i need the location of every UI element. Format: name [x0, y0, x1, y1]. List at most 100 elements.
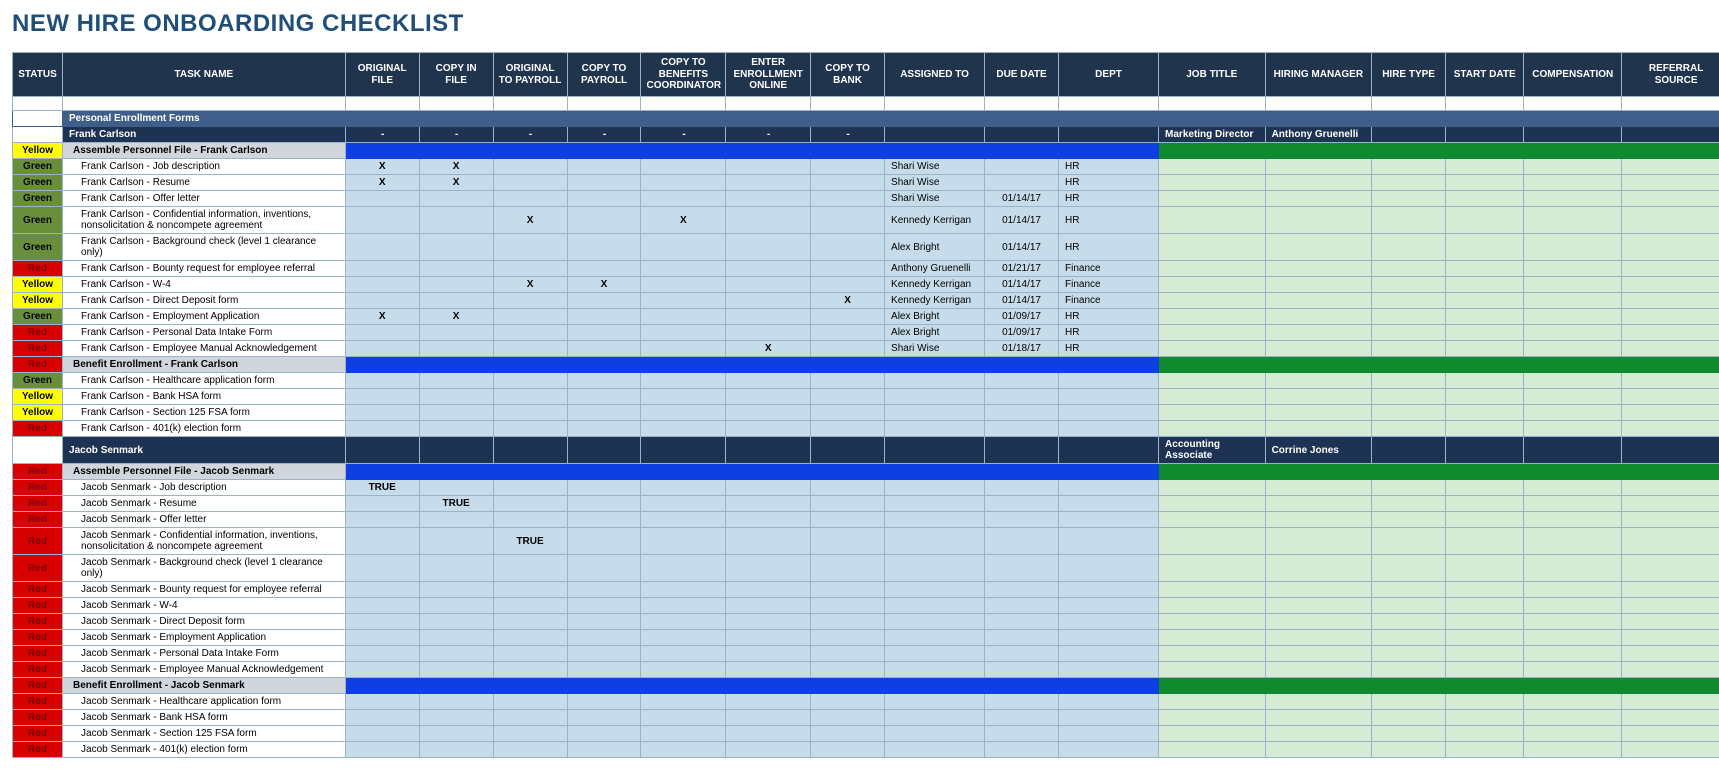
due-date-cell[interactable]: [985, 710, 1059, 726]
copy-to-benefits-cell[interactable]: [641, 742, 726, 758]
copy-to-bank-cell[interactable]: [811, 496, 885, 512]
right-cell[interactable]: [1622, 309, 1719, 325]
right-cell[interactable]: [1372, 726, 1446, 742]
copy-to-benefits-cell[interactable]: [641, 598, 726, 614]
right-cell[interactable]: [1446, 405, 1524, 421]
copy-to-payroll-cell[interactable]: [567, 582, 641, 598]
right-cell[interactable]: [1524, 646, 1622, 662]
copy-to-benefits-cell[interactable]: [641, 726, 726, 742]
column-header[interactable]: STATUS: [13, 53, 63, 97]
task-name[interactable]: Frank Carlson - Confidential information…: [63, 207, 346, 234]
copy-to-payroll-cell[interactable]: [567, 207, 641, 234]
original-to-payroll-cell[interactable]: [493, 234, 567, 261]
due-date-cell[interactable]: [985, 528, 1059, 555]
right-cell[interactable]: [1265, 694, 1372, 710]
right-cell[interactable]: [1524, 555, 1622, 582]
group-task[interactable]: Assemble Personnel File - Frank Carlson: [63, 143, 346, 159]
dept-cell[interactable]: [1059, 555, 1159, 582]
task-name[interactable]: Frank Carlson - Resume: [63, 175, 346, 191]
original-file-cell[interactable]: [345, 277, 419, 293]
right-cell[interactable]: [1372, 742, 1446, 758]
right-cell[interactable]: [1372, 662, 1446, 678]
right-cell[interactable]: [1265, 191, 1372, 207]
right-cell[interactable]: [1265, 726, 1372, 742]
assigned-to-cell[interactable]: Shari Wise: [885, 341, 985, 357]
right-cell[interactable]: [1265, 277, 1372, 293]
copy-to-bank-cell[interactable]: [811, 555, 885, 582]
original-file-cell[interactable]: [345, 710, 419, 726]
column-header[interactable]: COPY TO BANK: [811, 53, 885, 97]
original-to-payroll-cell[interactable]: [493, 341, 567, 357]
right-cell[interactable]: [1524, 480, 1622, 496]
due-date-cell[interactable]: 01/21/17: [985, 261, 1059, 277]
right-cell[interactable]: [1159, 710, 1266, 726]
assigned-to-cell[interactable]: Anthony Gruenelli: [885, 261, 985, 277]
assigned-to-cell[interactable]: [885, 742, 985, 758]
enter-enrollment-cell[interactable]: [726, 159, 811, 175]
right-cell[interactable]: [1622, 421, 1719, 437]
right-cell[interactable]: [1622, 630, 1719, 646]
assigned-to-cell[interactable]: Kennedy Kerrigan: [885, 277, 985, 293]
copy-to-bank-cell[interactable]: [811, 405, 885, 421]
original-to-payroll-cell[interactable]: [493, 710, 567, 726]
right-cell[interactable]: [1265, 646, 1372, 662]
original-file-cell[interactable]: [345, 630, 419, 646]
copy-to-payroll-cell[interactable]: [567, 159, 641, 175]
right-cell[interactable]: [1622, 293, 1719, 309]
copy-to-benefits-cell[interactable]: [641, 614, 726, 630]
copy-to-bank-cell[interactable]: [811, 325, 885, 341]
copy-in-file-cell[interactable]: [419, 726, 493, 742]
right-cell[interactable]: [1265, 421, 1372, 437]
enter-enrollment-cell[interactable]: [726, 277, 811, 293]
right-cell[interactable]: [1159, 159, 1266, 175]
task-name[interactable]: Jacob Senmark - Background check (level …: [63, 555, 346, 582]
right-cell[interactable]: [1372, 261, 1446, 277]
right-cell[interactable]: [1446, 159, 1524, 175]
right-cell[interactable]: [1524, 309, 1622, 325]
copy-to-payroll-cell[interactable]: [567, 512, 641, 528]
task-name[interactable]: Jacob Senmark - Offer letter: [63, 512, 346, 528]
right-cell[interactable]: [1265, 373, 1372, 389]
due-date-cell[interactable]: [985, 373, 1059, 389]
enter-enrollment-cell[interactable]: [726, 694, 811, 710]
right-cell[interactable]: [1265, 630, 1372, 646]
right-cell[interactable]: [1524, 234, 1622, 261]
enter-enrollment-cell[interactable]: [726, 662, 811, 678]
right-cell[interactable]: [1372, 159, 1446, 175]
right-cell[interactable]: [1372, 614, 1446, 630]
copy-to-bank-cell[interactable]: [811, 582, 885, 598]
right-cell[interactable]: [1372, 582, 1446, 598]
enter-enrollment-cell[interactable]: [726, 373, 811, 389]
right-cell[interactable]: [1524, 293, 1622, 309]
assigned-to-cell[interactable]: Shari Wise: [885, 175, 985, 191]
copy-in-file-cell[interactable]: [419, 630, 493, 646]
right-cell[interactable]: [1159, 293, 1266, 309]
right-cell[interactable]: [1524, 373, 1622, 389]
copy-in-file-cell[interactable]: [419, 261, 493, 277]
original-to-payroll-cell[interactable]: [493, 598, 567, 614]
task-name[interactable]: Jacob Senmark - Resume: [63, 496, 346, 512]
due-date-cell[interactable]: [985, 598, 1059, 614]
right-cell[interactable]: [1446, 710, 1524, 726]
right-cell[interactable]: [1265, 582, 1372, 598]
dept-cell[interactable]: HR: [1059, 175, 1159, 191]
copy-to-bank-cell[interactable]: [811, 341, 885, 357]
dept-cell[interactable]: [1059, 421, 1159, 437]
right-cell[interactable]: [1265, 405, 1372, 421]
right-cell[interactable]: [1524, 742, 1622, 758]
checklist-table[interactable]: STATUSTASK NAMEORIGINAL FILECOPY IN FILE…: [12, 52, 1719, 758]
original-file-cell[interactable]: [345, 598, 419, 614]
enter-enrollment-cell[interactable]: [726, 293, 811, 309]
original-file-cell[interactable]: [345, 742, 419, 758]
dept-cell[interactable]: HR: [1059, 159, 1159, 175]
right-cell[interactable]: [1265, 528, 1372, 555]
assigned-to-cell[interactable]: Alex Bright: [885, 234, 985, 261]
task-name[interactable]: Jacob Senmark - Bank HSA form: [63, 710, 346, 726]
copy-to-bank-cell[interactable]: [811, 512, 885, 528]
original-file-cell[interactable]: [345, 207, 419, 234]
due-date-cell[interactable]: 01/18/17: [985, 341, 1059, 357]
column-header[interactable]: COPY TO PAYROLL: [567, 53, 641, 97]
right-cell[interactable]: [1159, 726, 1266, 742]
original-to-payroll-cell[interactable]: [493, 496, 567, 512]
right-cell[interactable]: [1524, 726, 1622, 742]
